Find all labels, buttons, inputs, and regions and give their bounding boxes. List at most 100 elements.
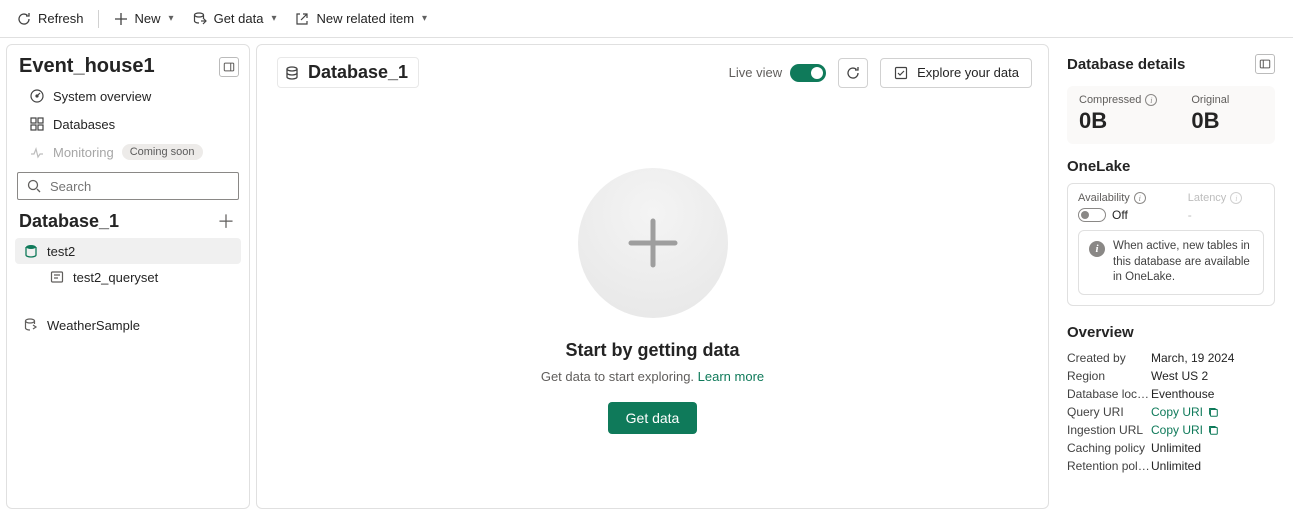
tree-item-test2[interactable]: test2	[15, 238, 241, 264]
nav-databases-label: Databases	[53, 117, 115, 132]
top-toolbar: Refresh New ▾ Get data ▾ New related ite…	[0, 0, 1293, 38]
ov-location-label: Database locati…	[1067, 387, 1151, 401]
coming-soon-badge: Coming soon	[122, 144, 203, 160]
new-label: New	[135, 11, 161, 26]
nav-monitoring: Monitoring Coming soon	[7, 138, 249, 166]
gauge-icon	[29, 88, 45, 104]
compressed-label: Compressed	[1079, 94, 1141, 106]
learn-more-link[interactable]: Learn more	[698, 369, 764, 384]
get-data-label: Get data	[214, 11, 264, 26]
overview-section-title: Overview	[1067, 324, 1275, 341]
availability-label: Availability	[1078, 192, 1130, 204]
live-view-label: Live view	[729, 65, 782, 80]
tree-item-label: test2	[47, 244, 75, 259]
tree-item-test2-queryset[interactable]: test2_queryset	[15, 264, 241, 290]
chevron-down-icon: ▾	[422, 13, 427, 24]
nav-system-overview-label: System overview	[53, 89, 151, 104]
new-related-label: New related item	[316, 11, 414, 26]
empty-state-title: Start by getting data	[565, 340, 739, 361]
nav-system-overview[interactable]: System overview	[7, 82, 249, 110]
nav-monitoring-label: Monitoring	[53, 145, 114, 160]
database-icon	[284, 65, 300, 81]
chevron-down-icon: ▾	[271, 13, 276, 24]
size-stats: Compressed i 0B Original 0B	[1067, 86, 1275, 144]
ov-location-value: Eventhouse	[1151, 387, 1214, 401]
database-tree-title: Database_1	[19, 211, 119, 232]
ov-query-uri-label: Query URI	[1067, 405, 1151, 419]
onelake-section-title: OneLake	[1067, 158, 1275, 175]
grid-icon	[29, 116, 45, 132]
chevron-down-icon: ▾	[169, 13, 174, 24]
latency-value: -	[1188, 208, 1243, 222]
expand-details-button[interactable]	[1255, 54, 1275, 74]
original-value: 0B	[1191, 108, 1229, 134]
empty-state: Start by getting data Get data to start …	[257, 94, 1048, 508]
ov-created-value: March, 19 2024	[1151, 351, 1234, 365]
details-panel: Database details Compressed i 0B Original…	[1055, 44, 1287, 509]
original-label: Original	[1191, 94, 1229, 106]
onelake-info-message: i When active, new tables in this databa…	[1078, 230, 1264, 295]
refresh-label: Refresh	[38, 11, 84, 26]
refresh-button[interactable]: Refresh	[8, 6, 92, 32]
search-input[interactable]	[48, 178, 230, 195]
main-panel: Database_1 Live view Explore your data	[256, 44, 1049, 509]
queryset-icon	[49, 269, 65, 285]
info-icon[interactable]: i	[1145, 94, 1157, 106]
database-breadcrumb[interactable]: Database_1	[277, 57, 419, 88]
details-title: Database details	[1067, 56, 1185, 73]
plus-icon	[113, 11, 129, 27]
onelake-info-text: When active, new tables in this database…	[1113, 239, 1253, 286]
tree-item-weathersample[interactable]: WeatherSample	[15, 312, 241, 338]
eventhouse-title: Event_house1	[19, 55, 155, 78]
new-button[interactable]: New ▾	[105, 6, 182, 32]
tree-item-label: WeatherSample	[47, 318, 140, 333]
info-icon: i	[1089, 241, 1105, 257]
copy-icon	[1207, 424, 1219, 436]
search-icon	[26, 178, 42, 194]
ov-created-label: Created by	[1067, 351, 1151, 365]
compressed-value: 0B	[1079, 108, 1157, 134]
empty-state-subtitle: Get data to start exploring. Learn more	[541, 369, 764, 384]
copy-icon	[1207, 406, 1219, 418]
ov-ingestion-label: Ingestion URL	[1067, 423, 1151, 437]
tree-item-label: test2_queryset	[73, 270, 158, 285]
copy-query-uri-link[interactable]: Copy URI	[1151, 405, 1219, 419]
explore-data-button[interactable]: Explore your data	[880, 58, 1032, 88]
explore-label: Explore your data	[917, 65, 1019, 80]
ov-caching-label: Caching policy	[1067, 441, 1151, 455]
add-item-button[interactable]: ＋	[217, 208, 235, 234]
latency-label: Latency	[1188, 192, 1227, 204]
refresh-icon	[16, 11, 32, 27]
ov-region-value: West US 2	[1151, 369, 1208, 383]
ov-caching-value: Unlimited	[1151, 441, 1201, 455]
toolbar-separator	[98, 10, 99, 28]
explore-icon	[893, 65, 909, 81]
onelake-availability-toggle[interactable]	[1078, 208, 1106, 222]
refresh-icon	[845, 65, 861, 81]
live-view-toggle[interactable]	[790, 64, 826, 82]
collapse-panel-button[interactable]	[219, 57, 239, 77]
get-data-button[interactable]: Get data	[608, 402, 698, 434]
ov-retention-label: Retention policy	[1067, 459, 1151, 473]
overview-list: Created byMarch, 19 2024 RegionWest US 2…	[1067, 349, 1275, 475]
monitor-icon	[29, 144, 45, 160]
empty-state-graphic	[578, 168, 728, 318]
plus-large-icon	[621, 211, 685, 275]
info-icon: i	[1230, 192, 1242, 204]
ov-retention-value: Unlimited	[1151, 459, 1201, 473]
availability-value: Off	[1112, 208, 1128, 222]
refresh-main-button[interactable]	[838, 58, 868, 88]
search-field[interactable]	[17, 172, 239, 200]
get-data-dropdown-button[interactable]: Get data ▾	[184, 6, 285, 32]
nav-databases[interactable]: Databases	[7, 110, 249, 138]
database-shortcut-icon	[23, 317, 39, 333]
new-related-button[interactable]: New related item ▾	[286, 6, 435, 32]
onelake-card: Availabilityi Off Latencyi - i When acti…	[1067, 183, 1275, 306]
info-icon[interactable]: i	[1134, 192, 1146, 204]
left-panel: Event_house1 System overview Databases M…	[6, 44, 250, 509]
open-new-icon	[294, 11, 310, 27]
database-icon	[23, 243, 39, 259]
ov-region-label: Region	[1067, 369, 1151, 383]
copy-ingestion-uri-link[interactable]: Copy URI	[1151, 423, 1219, 437]
database-in-icon	[192, 11, 208, 27]
